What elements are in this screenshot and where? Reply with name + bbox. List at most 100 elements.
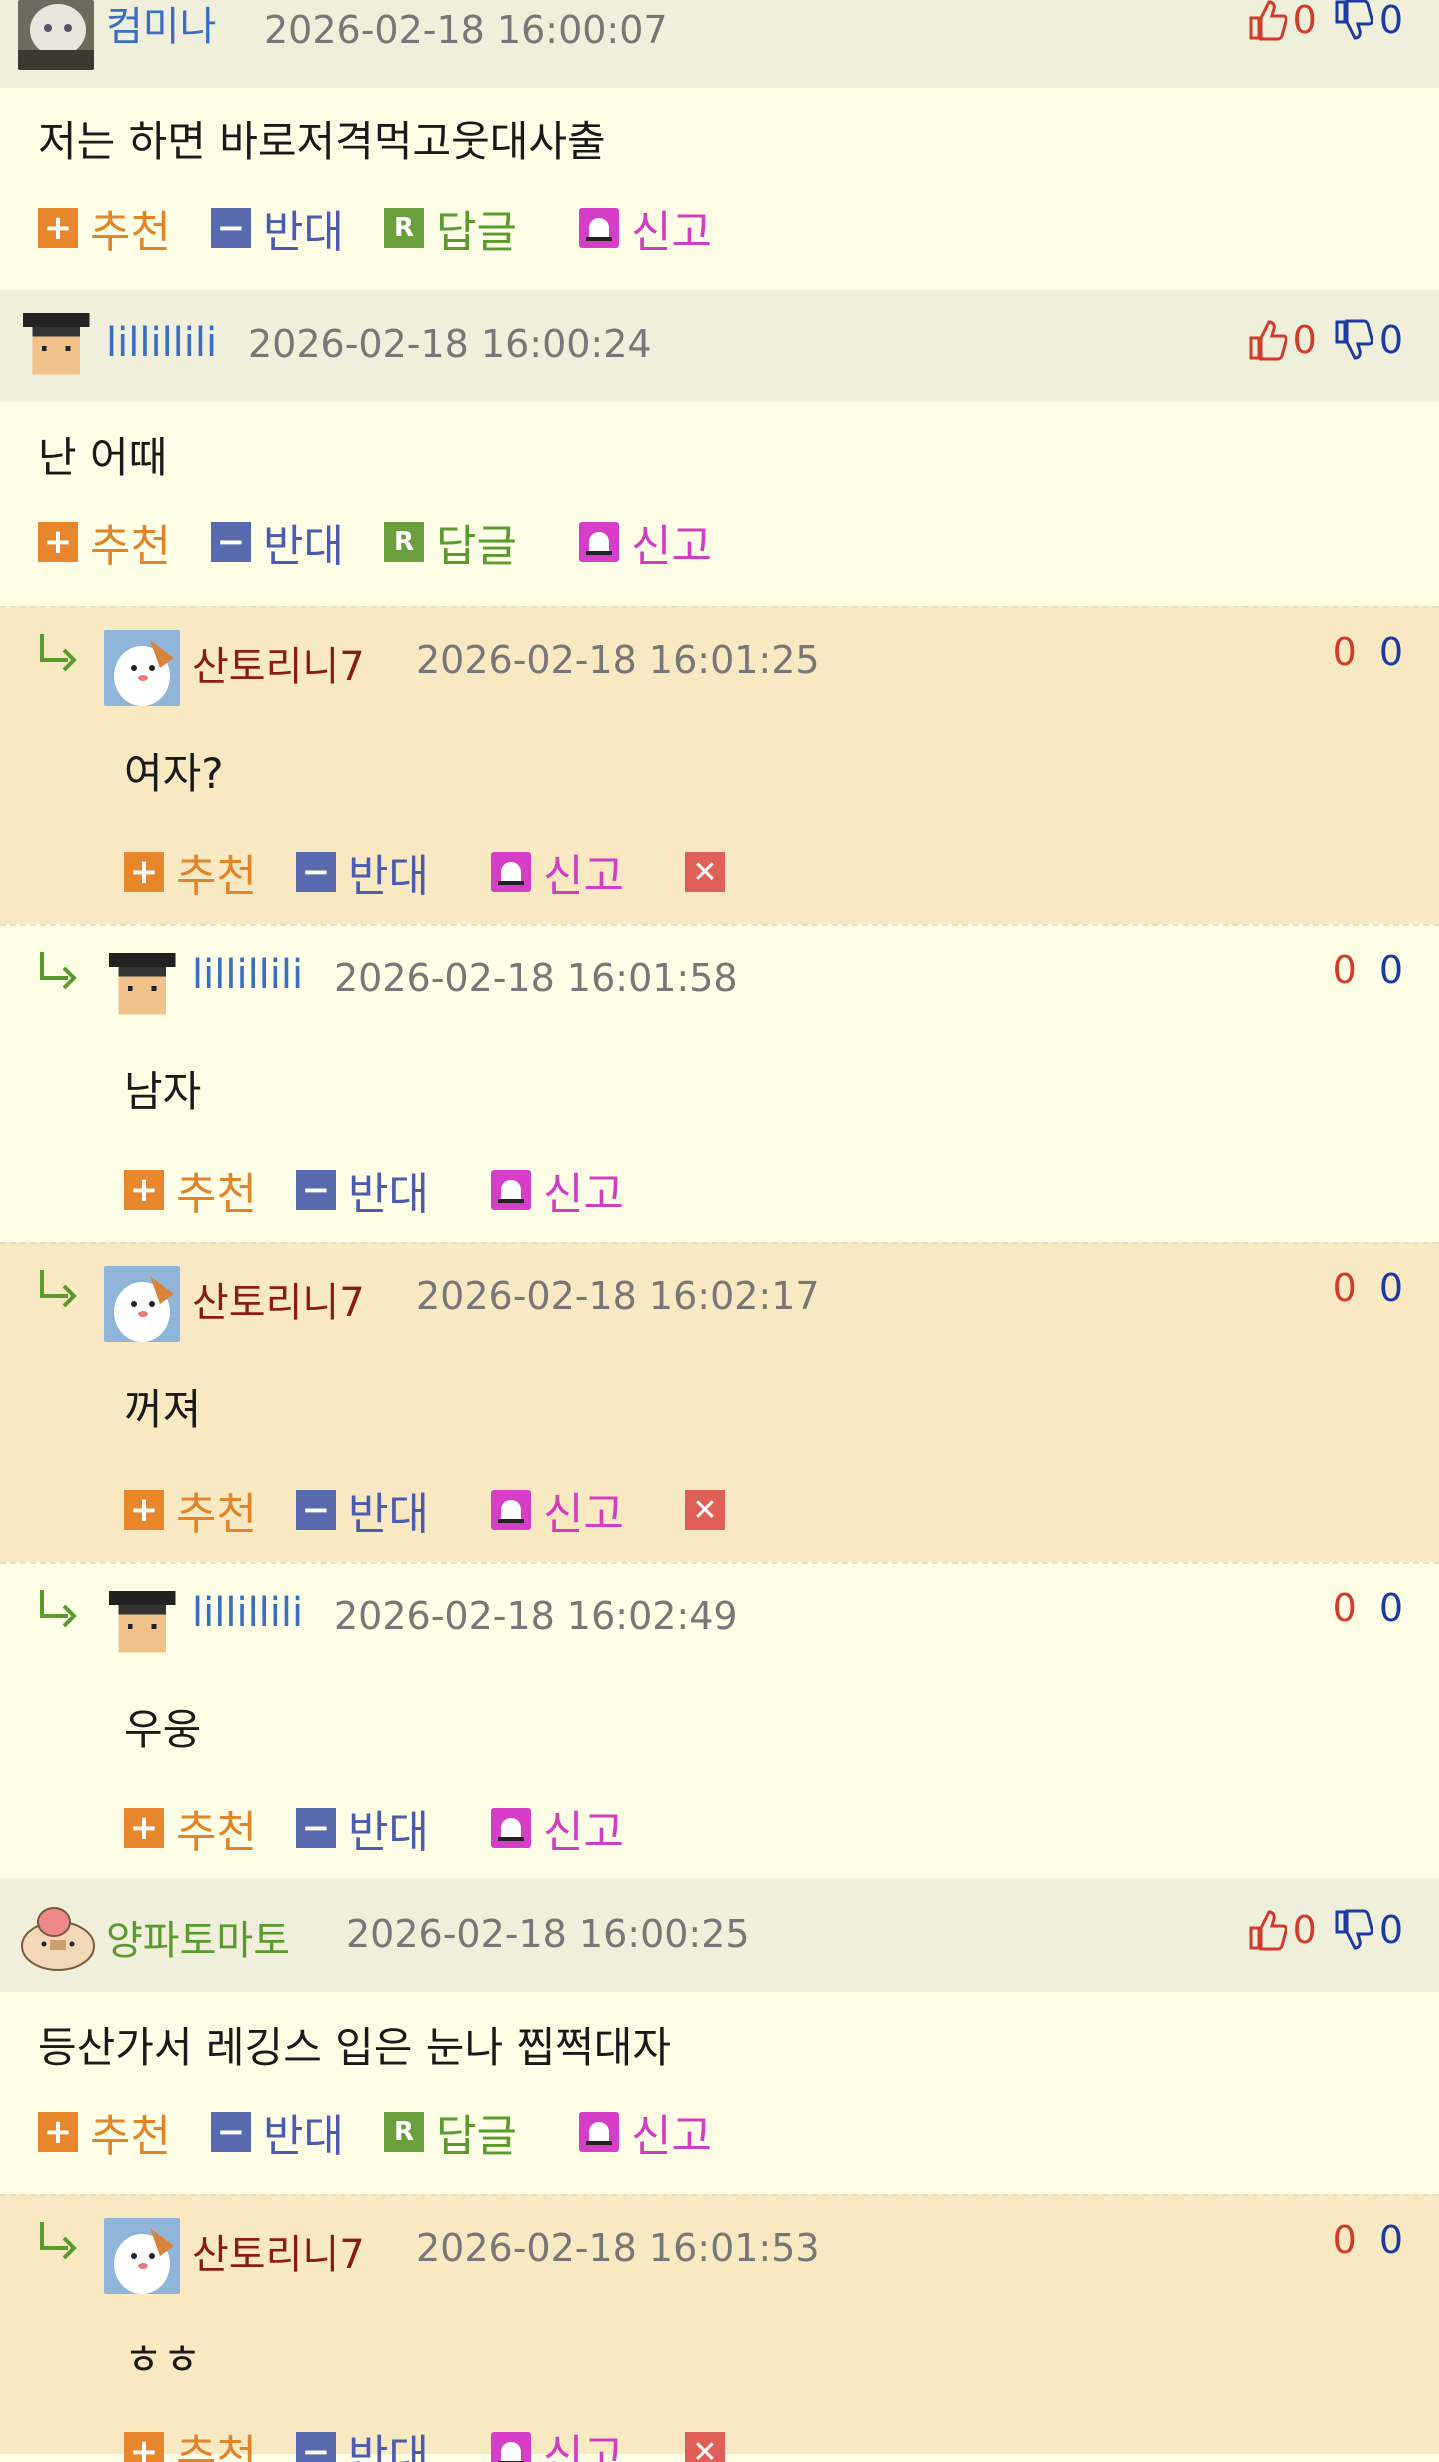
siren-icon bbox=[579, 208, 619, 248]
delete-button[interactable]: ✕ bbox=[685, 1490, 737, 1530]
upvote-count: 0 bbox=[1332, 948, 1357, 992]
minus-icon: − bbox=[211, 522, 251, 562]
reply-votes: 00 bbox=[1333, 2218, 1403, 2262]
recommend-button[interactable]: + 추천 bbox=[124, 1796, 296, 1860]
plus-icon: + bbox=[124, 1170, 164, 1210]
minus-icon: − bbox=[296, 1808, 336, 1848]
user-avatar[interactable] bbox=[104, 1586, 180, 1662]
report-button[interactable]: 신고 bbox=[491, 1478, 685, 1542]
reply-author[interactable]: 산토리니7 bbox=[192, 2222, 365, 2280]
comment-body: 난 어때 + 추천 − 반대 R 답글 신고 bbox=[0, 402, 1439, 606]
user-avatar[interactable] bbox=[104, 948, 180, 1024]
recommend-button[interactable]: + 추천 bbox=[38, 196, 211, 260]
reply-author[interactable]: lillillili bbox=[192, 952, 303, 998]
reply-date: 2026-02-18 16:02:17 bbox=[416, 1274, 820, 1318]
delete-button[interactable]: ✕ bbox=[685, 852, 737, 892]
downvote-count: 0 bbox=[1378, 630, 1403, 674]
oppose-button[interactable]: − 반대 bbox=[211, 2100, 384, 2164]
comment-actions: + 추천 − 반대 R 답글 신고 bbox=[38, 196, 712, 260]
recommend-button[interactable]: + 추천 bbox=[124, 840, 296, 904]
reply-actions: + 추천 − 반대 신고 ✕ bbox=[124, 1478, 737, 1542]
comment-body: 저는 하면 바로저격먹고웃대사출 + 추천 − 반대 R 답글 신고 bbox=[0, 88, 1439, 290]
comment-author[interactable]: 양파토마토 bbox=[106, 1908, 290, 1966]
user-avatar[interactable] bbox=[18, 308, 94, 384]
close-icon: ✕ bbox=[685, 852, 725, 892]
user-avatar[interactable] bbox=[18, 1894, 98, 1974]
comment-text: 저는 하면 바로저격먹고웃대사출 bbox=[38, 117, 606, 166]
reply-author[interactable]: 산토리니7 bbox=[192, 634, 365, 692]
report-button[interactable]: 신고 bbox=[579, 196, 712, 260]
user-avatar[interactable] bbox=[18, 0, 94, 70]
plus-icon: + bbox=[124, 2432, 164, 2462]
reply-arrow-icon bbox=[40, 1590, 77, 1628]
comment-text: 등산가서 레깅스 입은 눈나 찝쩍대자 bbox=[38, 2023, 672, 2072]
reply-arrow-icon bbox=[40, 1270, 77, 1308]
oppose-button[interactable]: − 반대 bbox=[296, 840, 491, 904]
reply-text: ㅎㅎ bbox=[124, 2335, 202, 2384]
user-avatar[interactable] bbox=[104, 630, 180, 706]
reply-item: 산토리니7 2026-02-18 16:01:25 00 여자? + 추천 − 반대… bbox=[0, 606, 1439, 924]
reply-arrow-icon bbox=[40, 2222, 77, 2260]
oppose-button[interactable]: − 반대 bbox=[211, 196, 384, 260]
thumbs-up-icon[interactable] bbox=[1247, 1908, 1287, 1952]
comment-author[interactable]: lillillili bbox=[106, 320, 217, 366]
reply-author[interactable]: 산토리니7 bbox=[192, 1270, 365, 1328]
thumbs-down-icon[interactable] bbox=[1333, 318, 1373, 362]
downvote-count: 0 bbox=[1378, 1266, 1403, 1310]
upvote-count: 0 bbox=[1332, 1266, 1357, 1310]
comment-header: 양파토마토 2026-02-18 16:00:25 0 0 bbox=[0, 1878, 1439, 1992]
user-avatar[interactable] bbox=[104, 2218, 180, 2294]
oppose-button[interactable]: − 반대 bbox=[296, 1796, 491, 1860]
report-button[interactable]: 신고 bbox=[579, 2100, 712, 2164]
vote-counts: 0 0 bbox=[1247, 1908, 1403, 1952]
plus-icon: + bbox=[38, 208, 78, 248]
report-button[interactable]: 신고 bbox=[579, 510, 712, 574]
reply-item: lillillili 2026-02-18 16:02:49 00 우웅 + 추천… bbox=[0, 1562, 1439, 1878]
oppose-button[interactable]: − 반대 bbox=[296, 1158, 491, 1222]
reply-item: 산토리니7 2026-02-18 16:02:17 00 꺼져 + 추천 − 반대 … bbox=[0, 1242, 1439, 1562]
user-avatar[interactable] bbox=[104, 1266, 180, 1342]
reply-date: 2026-02-18 16:01:58 bbox=[334, 956, 738, 1000]
thumbs-up-icon[interactable] bbox=[1247, 0, 1287, 42]
oppose-button[interactable]: − 반대 bbox=[296, 1478, 491, 1542]
reply-button[interactable]: R 답글 bbox=[384, 196, 579, 260]
report-button[interactable]: 신고 bbox=[491, 840, 685, 904]
comment-body: 등산가서 레깅스 입은 눈나 찝쩍대자 + 추천 − 반대 R 답글 신고 bbox=[0, 1992, 1439, 2194]
upvote-count: 0 bbox=[1292, 318, 1317, 362]
recommend-button[interactable]: + 추천 bbox=[124, 1158, 296, 1222]
reply-author[interactable]: lillillili bbox=[192, 1590, 303, 1636]
siren-icon bbox=[491, 1490, 531, 1530]
recommend-button[interactable]: + 추천 bbox=[38, 2100, 211, 2164]
reply-text: 여자? bbox=[124, 749, 224, 798]
minus-icon: − bbox=[296, 852, 336, 892]
reply-icon: R bbox=[384, 208, 424, 248]
reply-button[interactable]: R 답글 bbox=[384, 2100, 579, 2164]
comment-header: 컴미나 2026-02-18 16:00:07 0 0 bbox=[0, 0, 1439, 88]
siren-icon bbox=[491, 1170, 531, 1210]
reply-text: 우웅 bbox=[124, 1705, 202, 1754]
delete-button[interactable]: ✕ bbox=[685, 2432, 737, 2462]
report-button[interactable]: 신고 bbox=[491, 1158, 624, 1222]
downvote-count: 0 bbox=[1378, 0, 1403, 42]
reply-votes: 00 bbox=[1333, 1586, 1403, 1630]
comment-actions: + 추천 − 반대 R 답글 신고 bbox=[38, 510, 712, 574]
oppose-button[interactable]: − 반대 bbox=[211, 510, 384, 574]
comment-date: 2026-02-18 16:00:25 bbox=[346, 1912, 750, 1956]
reply-date: 2026-02-18 16:02:49 bbox=[334, 1594, 738, 1638]
recommend-button[interactable]: + 추천 bbox=[38, 510, 211, 574]
reply-button[interactable]: R 답글 bbox=[384, 510, 579, 574]
recommend-button[interactable]: + 추천 bbox=[124, 2420, 296, 2462]
thumbs-down-icon[interactable] bbox=[1333, 1908, 1373, 1952]
thumbs-up-icon[interactable] bbox=[1247, 318, 1287, 362]
reply-votes: 00 bbox=[1333, 948, 1403, 992]
plus-icon: + bbox=[38, 522, 78, 562]
comment-text: 난 어때 bbox=[38, 433, 168, 482]
close-icon: ✕ bbox=[685, 2432, 725, 2462]
oppose-button[interactable]: − 반대 bbox=[296, 2420, 491, 2462]
recommend-button[interactable]: + 추천 bbox=[124, 1478, 296, 1542]
comment-date: 2026-02-18 16:00:07 bbox=[264, 8, 668, 52]
report-button[interactable]: 신고 bbox=[491, 2420, 685, 2462]
comment-author[interactable]: 컴미나 bbox=[106, 0, 216, 52]
report-button[interactable]: 신고 bbox=[491, 1796, 624, 1860]
thumbs-down-icon[interactable] bbox=[1333, 0, 1373, 42]
